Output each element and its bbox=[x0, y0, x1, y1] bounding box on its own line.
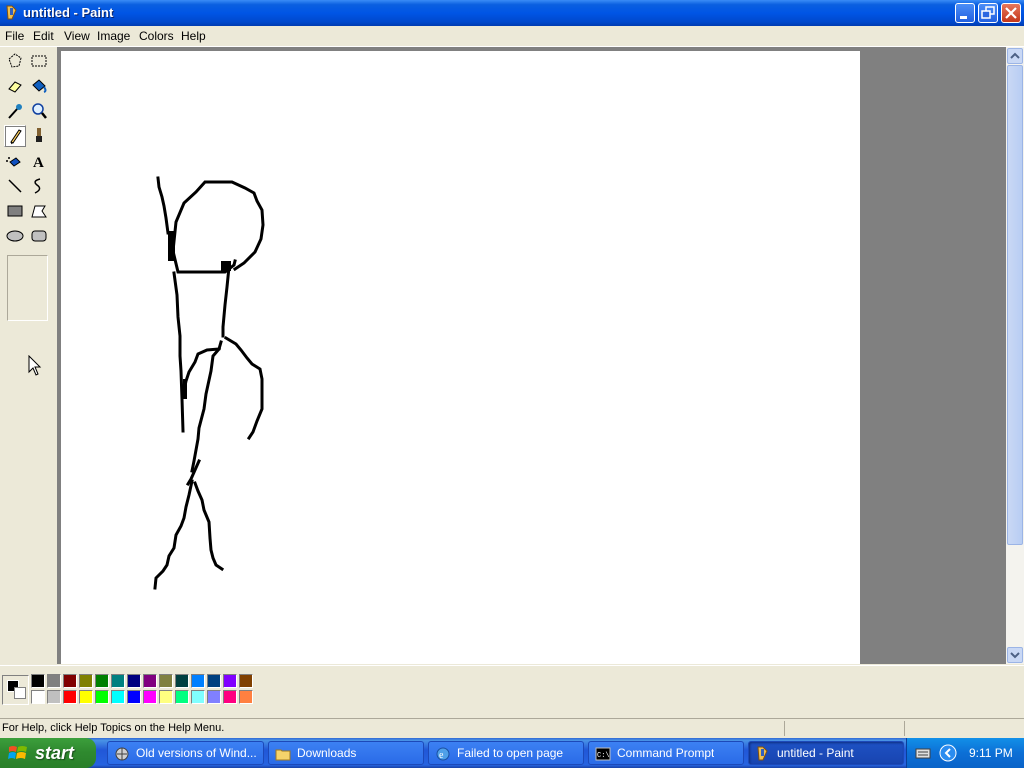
palette-swatch[interactable] bbox=[191, 674, 205, 688]
taskbar: start Old versions of Wind... Downloads … bbox=[0, 738, 1024, 768]
clock: 9:11 PM bbox=[969, 746, 1013, 760]
rectangle-icon[interactable] bbox=[4, 200, 26, 222]
tool-options-box[interactable] bbox=[7, 255, 48, 321]
palette-swatch[interactable] bbox=[239, 690, 253, 704]
svg-text:C:\: C:\ bbox=[597, 752, 610, 760]
palette-swatch[interactable] bbox=[95, 690, 109, 704]
pencil-icon[interactable] bbox=[4, 125, 26, 147]
task-command-prompt[interactable]: C:\ Command Prompt bbox=[588, 741, 744, 765]
start-label: start bbox=[35, 743, 75, 763]
ellipse-icon[interactable] bbox=[4, 225, 26, 247]
palette-swatch[interactable] bbox=[127, 690, 141, 704]
palette-swatch[interactable] bbox=[47, 674, 61, 688]
palette-swatch[interactable] bbox=[207, 674, 221, 688]
palette-swatch[interactable] bbox=[159, 690, 173, 704]
task-old-versions[interactable]: Old versions of Wind... bbox=[107, 741, 264, 765]
current-colors[interactable] bbox=[2, 675, 29, 705]
line-icon[interactable] bbox=[4, 175, 26, 197]
palette-swatch[interactable] bbox=[47, 690, 61, 704]
palette-swatch[interactable] bbox=[95, 674, 109, 688]
status-cell-size bbox=[904, 721, 1023, 736]
status-bar: For Help, click Help Topics on the Help … bbox=[0, 718, 1024, 739]
menu-edit[interactable]: Edit bbox=[33, 29, 54, 43]
palette-swatch[interactable] bbox=[223, 674, 237, 688]
mouse-cursor-icon bbox=[28, 355, 42, 376]
palette-swatch[interactable] bbox=[79, 690, 93, 704]
task-failed-page[interactable]: e Failed to open page bbox=[428, 741, 584, 765]
palette-swatch[interactable] bbox=[175, 674, 189, 688]
task-downloads[interactable]: Downloads bbox=[268, 741, 424, 765]
fill-icon[interactable] bbox=[28, 75, 50, 97]
menu-colors[interactable]: Colors bbox=[139, 29, 174, 43]
scroll-thumb[interactable] bbox=[1007, 65, 1023, 545]
restore-button[interactable] bbox=[978, 3, 998, 23]
task-label: Downloads bbox=[297, 746, 357, 760]
palette-swatch[interactable] bbox=[79, 674, 93, 688]
palette-swatch[interactable] bbox=[159, 674, 173, 688]
start-button[interactable]: start bbox=[0, 738, 96, 768]
palette-swatch[interactable] bbox=[191, 690, 205, 704]
paint-app-icon bbox=[6, 5, 17, 20]
task-label: Old versions of Wind... bbox=[136, 746, 257, 760]
palette-swatch[interactable] bbox=[239, 674, 253, 688]
minimize-button[interactable] bbox=[955, 3, 975, 23]
palette-swatch[interactable] bbox=[175, 690, 189, 704]
title-bar[interactable]: untitled - Paint bbox=[0, 0, 1024, 26]
menu-help[interactable]: Help bbox=[181, 29, 206, 43]
svg-text:e: e bbox=[439, 750, 444, 761]
folder-icon bbox=[275, 749, 291, 761]
task-label: Command Prompt bbox=[617, 746, 715, 760]
palette-swatch[interactable] bbox=[31, 690, 45, 704]
palette-swatch[interactable] bbox=[207, 690, 221, 704]
curve-icon[interactable] bbox=[28, 175, 50, 197]
rect-select-icon[interactable] bbox=[28, 50, 50, 72]
system-tray: 9:11 PM bbox=[906, 738, 1024, 768]
task-label: untitled - Paint bbox=[777, 746, 854, 760]
keyboard-icon[interactable] bbox=[915, 746, 931, 760]
polygon-icon[interactable] bbox=[28, 200, 50, 222]
scroll-up-button[interactable] bbox=[1007, 48, 1023, 64]
task-label: Failed to open page bbox=[457, 746, 564, 760]
status-cell-coords bbox=[784, 721, 905, 736]
menu-view[interactable]: View bbox=[64, 29, 90, 43]
palette-swatch[interactable] bbox=[111, 674, 125, 688]
palette-swatch[interactable] bbox=[127, 674, 141, 688]
menu-bar: File Edit View Image Colors Help bbox=[0, 26, 1024, 47]
cmd-icon: C:\ bbox=[595, 747, 611, 761]
free-select-icon[interactable] bbox=[4, 50, 26, 72]
magnifier-icon[interactable] bbox=[28, 100, 50, 122]
menu-file[interactable]: File bbox=[5, 29, 24, 43]
close-button[interactable] bbox=[1001, 3, 1021, 23]
pick-color-icon[interactable] bbox=[4, 100, 26, 122]
browser-icon bbox=[115, 747, 129, 761]
text-icon[interactable]: A bbox=[28, 150, 50, 172]
vertical-scrollbar[interactable] bbox=[1006, 47, 1024, 664]
stick-figure-drawing bbox=[153, 176, 265, 590]
menu-image[interactable]: Image bbox=[97, 29, 130, 43]
windows-logo-icon bbox=[8, 746, 27, 759]
palette-swatch[interactable] bbox=[143, 674, 157, 688]
rounded-rect-icon[interactable] bbox=[28, 225, 50, 247]
palette-swatch[interactable] bbox=[143, 690, 157, 704]
background-color bbox=[14, 687, 26, 699]
task-paint[interactable]: untitled - Paint bbox=[748, 741, 904, 765]
status-text: For Help, click Help Topics on the Help … bbox=[2, 722, 225, 734]
drawing-canvas[interactable] bbox=[61, 51, 860, 664]
color-box bbox=[0, 665, 1024, 714]
palette-swatch[interactable] bbox=[223, 690, 237, 704]
paint-icon bbox=[757, 746, 768, 761]
canvas-area bbox=[57, 47, 1006, 664]
palette-swatch[interactable] bbox=[63, 690, 77, 704]
palette-swatch[interactable] bbox=[63, 674, 77, 688]
window-title: untitled - Paint bbox=[23, 5, 114, 20]
show-hidden-icons-button[interactable] bbox=[939, 744, 957, 762]
palette-swatch[interactable] bbox=[31, 674, 45, 688]
scroll-down-button[interactable] bbox=[1007, 647, 1023, 663]
ie-icon: e bbox=[436, 747, 450, 761]
eraser-icon[interactable] bbox=[4, 75, 26, 97]
palette-swatch[interactable] bbox=[111, 690, 125, 704]
brush-icon[interactable] bbox=[28, 125, 50, 147]
airbrush-icon[interactable] bbox=[4, 150, 26, 172]
svg-text:A: A bbox=[33, 155, 44, 171]
